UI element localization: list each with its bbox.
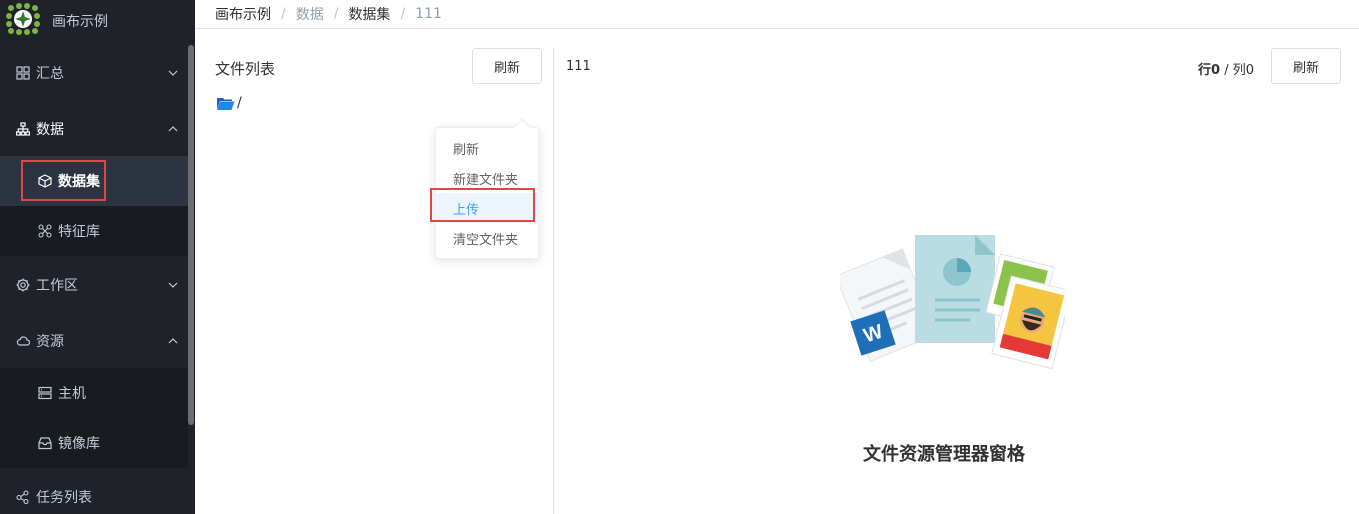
sidebar-item-summary[interactable]: 汇总 xyxy=(0,48,188,98)
server-icon xyxy=(38,386,52,400)
sidebar-item-task-list[interactable]: 任务列表 xyxy=(0,472,188,514)
panel-divider[interactable] xyxy=(553,48,554,514)
row-label: 行 xyxy=(1198,63,1212,78)
col-count: 0 xyxy=(1245,63,1255,78)
folder-path: / xyxy=(237,95,242,111)
sidebar-item-resources[interactable]: 资源 xyxy=(0,316,188,366)
sidebar-item-label: 任务列表 xyxy=(36,490,92,506)
file-list-title: 文件列表 xyxy=(215,60,276,78)
empty-files-illustration: W xyxy=(840,235,1065,370)
archive-icon xyxy=(38,437,52,450)
sitemap-icon xyxy=(16,122,30,136)
file-list-refresh-button[interactable]: 刷新 xyxy=(472,48,542,84)
chevron-down-icon xyxy=(168,70,178,76)
context-menu-refresh[interactable]: 刷新 xyxy=(436,133,540,163)
header-divider xyxy=(195,28,1359,29)
cloud-icon xyxy=(16,336,30,346)
preview-file-name: 111 xyxy=(566,59,591,74)
sidebar-item-workspace[interactable]: 工作区 xyxy=(0,260,188,310)
breadcrumb-item-dataset[interactable]: 数据集 xyxy=(348,4,390,24)
breadcrumb-item-current: 111 xyxy=(415,6,442,22)
highlight-box xyxy=(430,188,535,222)
row-col-separator: / xyxy=(1220,63,1233,78)
sidebar-scrollbar[interactable] xyxy=(188,45,194,425)
context-menu-clear-folder[interactable]: 清空文件夹 xyxy=(436,223,540,253)
logo-icon xyxy=(5,2,41,36)
sidebar-item-image-registry[interactable]: 镜像库 xyxy=(0,418,188,468)
breadcrumb-separator: / xyxy=(333,6,339,22)
col-label: 列 xyxy=(1232,63,1246,78)
row-count: 0 xyxy=(1211,63,1221,78)
chevron-down-icon xyxy=(168,282,178,288)
nodes-icon xyxy=(38,224,52,238)
chevron-up-icon xyxy=(168,338,178,344)
sidebar-item-label: 工作区 xyxy=(36,278,78,294)
sidebar-item-label: 数据 xyxy=(36,122,64,138)
sidebar-item-label: 主机 xyxy=(58,386,86,402)
sidebar-item-label: 汇总 xyxy=(36,66,64,82)
grid-icon xyxy=(16,66,30,80)
row-col-count: 行0 / 列0 xyxy=(1198,59,1254,78)
breadcrumb: 画布示例 / 数据 / 数据集 / 111 xyxy=(215,4,442,24)
highlight-box xyxy=(21,160,106,201)
gear-icon xyxy=(16,278,30,292)
share-icon xyxy=(16,490,29,504)
sidebar-item-label: 镜像库 xyxy=(58,436,100,452)
sidebar-item-host[interactable]: 主机 xyxy=(0,368,188,418)
breadcrumb-separator: / xyxy=(281,6,286,22)
sidebar-item-label: 特征库 xyxy=(58,224,100,240)
breadcrumb-item-data[interactable]: 数据 xyxy=(296,4,324,24)
folder-open-icon xyxy=(217,97,235,110)
folder-tree-root[interactable]: / xyxy=(216,94,242,112)
app-name: 画布示例 xyxy=(52,14,108,30)
breadcrumb-separator: / xyxy=(400,6,406,22)
empty-caption: 文件资源管理器窗格 xyxy=(863,444,1025,465)
chevron-up-icon xyxy=(168,126,178,132)
sidebar-item-feature-store[interactable]: 特征库 xyxy=(0,206,188,256)
breadcrumb-item-home[interactable]: 画布示例 xyxy=(215,4,271,24)
sidebar-item-label: 资源 xyxy=(36,334,64,350)
app-logo[interactable]: 画布示例 xyxy=(0,0,195,38)
preview-refresh-button[interactable]: 刷新 xyxy=(1271,48,1341,84)
sidebar: 画布示例 汇总 数据 数据集 特征库 工作区 资源 主机 镜像库 任务列表 xyxy=(0,0,195,514)
sidebar-item-data[interactable]: 数据 xyxy=(0,104,188,154)
